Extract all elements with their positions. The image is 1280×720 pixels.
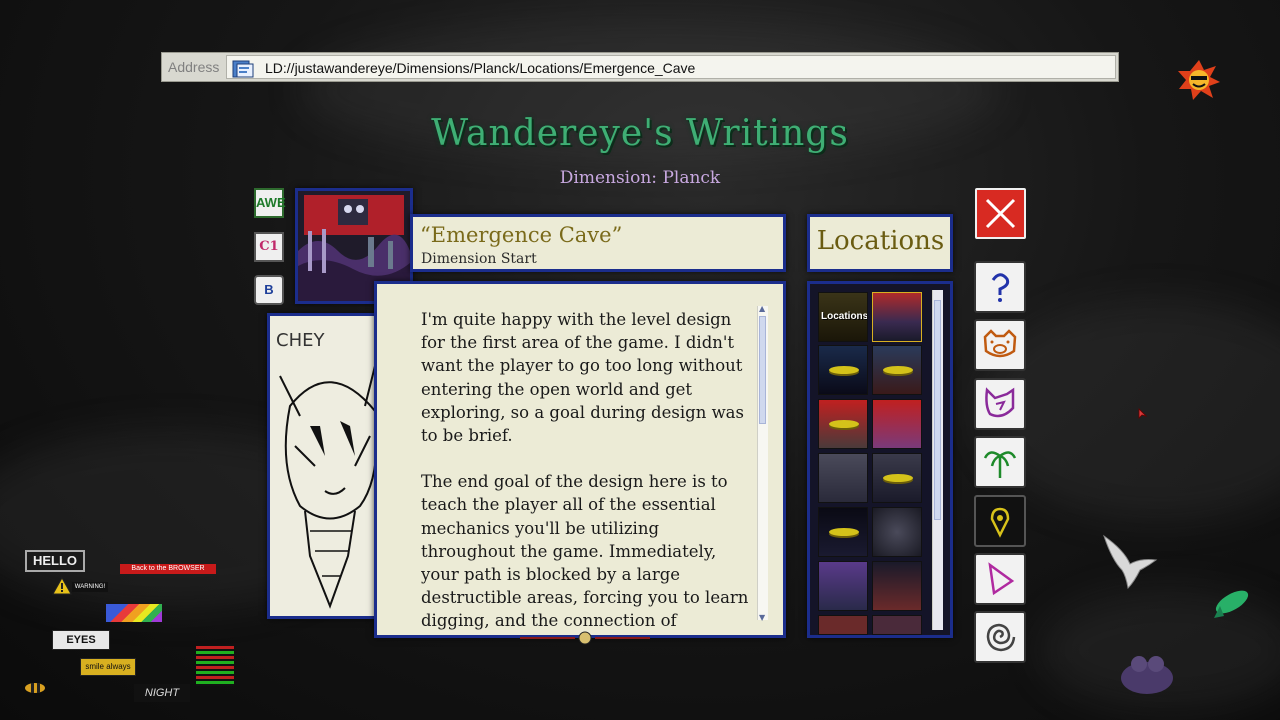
panel-ornament-icon bbox=[520, 631, 650, 645]
locations-heading: Locations bbox=[816, 226, 945, 256]
page-subtitle: Dimension: Planck bbox=[559, 168, 721, 188]
question-icon bbox=[991, 273, 1010, 302]
close-button[interactable] bbox=[975, 188, 1026, 239]
entry-subtitle: Dimension Start bbox=[421, 251, 537, 267]
location-tile[interactable] bbox=[818, 345, 868, 395]
locations-scrollbar[interactable] bbox=[932, 290, 943, 630]
triangle-play-icon bbox=[988, 562, 1015, 596]
sketch-label: CHEY bbox=[276, 330, 325, 351]
dove-bird-icon bbox=[1103, 534, 1158, 590]
location-disc-icon bbox=[883, 474, 913, 482]
location-tile[interactable] bbox=[872, 507, 922, 557]
location-tile[interactable] bbox=[818, 399, 868, 449]
pixel-bee-icon bbox=[25, 683, 45, 693]
entry-body-text: I'm quite happy with the level design fo… bbox=[421, 308, 753, 630]
map-pin-button[interactable] bbox=[974, 495, 1026, 547]
eyes-sticker: EYES bbox=[52, 630, 110, 650]
entry-title: “Emergence Cave” bbox=[420, 223, 623, 247]
awe-badge-button[interactable]: AWE bbox=[254, 188, 286, 218]
pig-face-icon bbox=[983, 329, 1017, 358]
location-tile[interactable] bbox=[872, 345, 922, 395]
address-label: Address bbox=[168, 59, 220, 75]
cat-face-icon bbox=[985, 387, 1015, 418]
location-disc-icon bbox=[829, 366, 859, 374]
entry-paragraph: The end goal of the design here is to te… bbox=[421, 472, 749, 630]
web-page-icon bbox=[232, 60, 254, 78]
location-tile[interactable] bbox=[872, 561, 922, 611]
location-tile-all[interactable]: Locations bbox=[818, 292, 868, 342]
spiral-icon bbox=[986, 623, 1016, 652]
purple-creature-icon bbox=[1121, 656, 1173, 694]
address-field[interactable]: LD://justawandereye/Dimensions/Planck/Lo… bbox=[226, 55, 1116, 79]
address-bar: Address LD://justawandereye/Dimensions/P… bbox=[161, 52, 1119, 82]
location-disc-icon bbox=[829, 528, 859, 536]
palm-tree-icon bbox=[983, 451, 1017, 478]
smile-sticker: smile always bbox=[80, 658, 136, 676]
entry-scrollbar[interactable]: ▲ ▼ bbox=[757, 304, 768, 622]
warning-sticker: WARNING! bbox=[72, 582, 108, 592]
location-disc-icon bbox=[829, 420, 859, 428]
scroll-up-arrow-icon[interactable]: ▲ bbox=[759, 304, 765, 313]
green-fish-icon bbox=[1214, 590, 1249, 618]
hello-sticker: HELLO bbox=[25, 550, 85, 572]
location-tile-label: Locations bbox=[821, 311, 868, 322]
locations-scrollbar-thumb[interactable] bbox=[934, 300, 941, 520]
c1-badge-button[interactable]: C1 bbox=[254, 232, 284, 262]
warning-triangle-icon bbox=[52, 577, 72, 595]
audio-meter-sticker bbox=[196, 646, 234, 686]
rainbow-sticker bbox=[106, 604, 162, 622]
location-tile[interactable] bbox=[818, 507, 868, 557]
close-icon bbox=[985, 198, 1016, 229]
location-tile[interactable] bbox=[818, 615, 868, 635]
page-title: Wandereye's Writings bbox=[431, 113, 849, 154]
night-sticker: NIGHT bbox=[134, 684, 190, 702]
sun-emoji-icon bbox=[1178, 60, 1220, 100]
help-button[interactable] bbox=[974, 261, 1026, 313]
location-tile[interactable] bbox=[818, 453, 868, 503]
red-sticker: Back to the BROWSER bbox=[120, 564, 216, 574]
locations-heading-wrap: Locations bbox=[810, 216, 951, 270]
pig-character-button[interactable] bbox=[974, 319, 1026, 371]
spiral-button[interactable] bbox=[974, 611, 1026, 663]
location-disc-icon bbox=[883, 366, 913, 374]
play-button[interactable] bbox=[974, 553, 1026, 605]
palm-tree-button[interactable] bbox=[974, 436, 1026, 488]
map-pin-icon bbox=[990, 507, 1010, 538]
location-tile[interactable] bbox=[872, 292, 922, 342]
location-tile[interactable] bbox=[872, 453, 922, 503]
cat-character-button[interactable] bbox=[974, 378, 1026, 430]
entry-scrollbar-thumb[interactable] bbox=[759, 316, 766, 424]
b-badge-button[interactable]: B bbox=[254, 275, 284, 305]
mouse-cursor-icon bbox=[1138, 408, 1148, 419]
address-url[interactable]: LD://justawandereye/Dimensions/Planck/Lo… bbox=[265, 60, 695, 76]
location-tile[interactable] bbox=[872, 399, 922, 449]
location-tile[interactable] bbox=[872, 615, 922, 635]
scroll-down-arrow-icon[interactable]: ▼ bbox=[759, 613, 765, 622]
location-tile[interactable] bbox=[818, 561, 868, 611]
entry-paragraph: I'm quite happy with the level design fo… bbox=[421, 310, 744, 446]
character-sketch-image: CHEY bbox=[276, 330, 381, 609]
